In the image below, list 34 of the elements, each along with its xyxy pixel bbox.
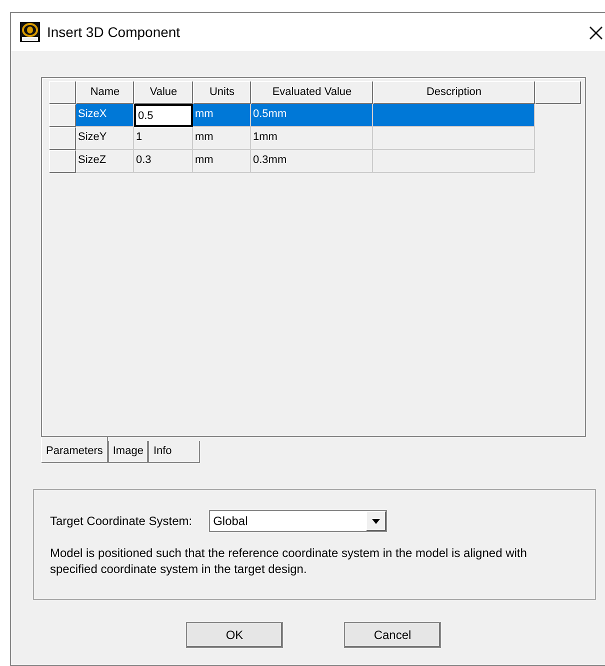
- table-cell: SizeY: [76, 127, 134, 150]
- window-title: Insert 3D Component: [47, 22, 180, 42]
- ok-button[interactable]: OK: [186, 622, 283, 648]
- close-icon: [589, 26, 603, 40]
- field-label: Target Coordinate System:: [50, 513, 192, 530]
- coordinate-dropdown[interactable]: Global: [209, 510, 388, 532]
- value-input[interactable]: 0.5: [134, 104, 193, 127]
- row-header[interactable]: [49, 127, 76, 150]
- tab[interactable]: Info: [148, 441, 200, 463]
- app-icon: [20, 22, 40, 42]
- dropdown-arrow-icon: [372, 518, 380, 524]
- column-header[interactable]: Name: [76, 81, 134, 104]
- table-cell: 0.5mm: [251, 104, 373, 127]
- table-cell: mm: [193, 150, 251, 173]
- column-header: [535, 81, 581, 104]
- table-cell: SizeX: [76, 104, 134, 127]
- table-cell: 0.3: [134, 150, 193, 173]
- table-cell: 0.3mm: [251, 150, 373, 173]
- table-cell: 1mm: [251, 127, 373, 150]
- row-header[interactable]: [49, 150, 76, 173]
- table-cell: SizeZ: [76, 150, 134, 173]
- tab[interactable]: Parameters: [41, 437, 108, 463]
- row-header: [49, 81, 76, 104]
- column-header[interactable]: Value: [134, 81, 193, 104]
- column-header[interactable]: Description: [373, 81, 535, 104]
- table-cell: 1: [134, 127, 193, 150]
- cancel-button[interactable]: Cancel: [344, 622, 441, 648]
- table-cell: mm: [193, 104, 251, 127]
- description-text: Model is positioned such that the reference coordinate system in the model is aligned with specified coordinate system in the target design.: [50, 546, 528, 578]
- column-header[interactable]: Evaluated Value: [251, 81, 373, 104]
- tab[interactable]: Image: [108, 441, 148, 463]
- row-header[interactable]: [49, 104, 76, 127]
- table-cell: mm: [193, 127, 251, 150]
- column-header[interactable]: Units: [193, 81, 251, 104]
